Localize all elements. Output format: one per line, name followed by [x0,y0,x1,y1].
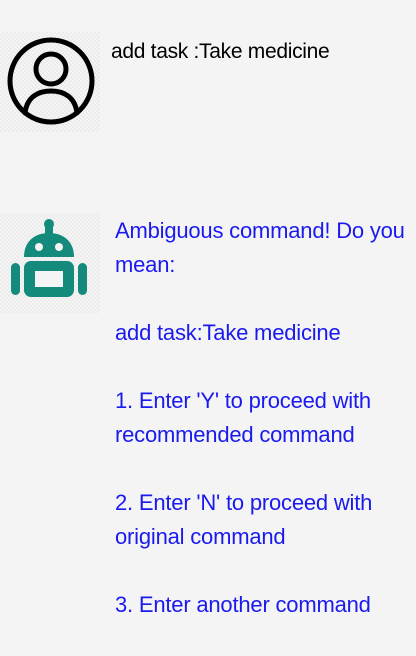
user-message: add task :Take medicine [111,40,330,63]
bot-message-intro: Ambiguous command! Do you mean: [115,218,405,277]
bot-message-option-1: 1. Enter 'Y' to proceed with recommended… [115,388,371,447]
bot-message-suggestion: add task:Take medicine [115,320,341,345]
bot-message: Ambiguous command! Do you mean: add task… [115,214,413,656]
user-circle-icon [7,37,95,125]
user-avatar [0,32,100,132]
bot-message-option-2: 2. Enter 'N' to proceed with original co… [115,490,373,549]
bot-message-option-3: 3. Enter another command [115,592,371,617]
bot-avatar [0,213,100,313]
android-robot-icon [11,219,87,297]
